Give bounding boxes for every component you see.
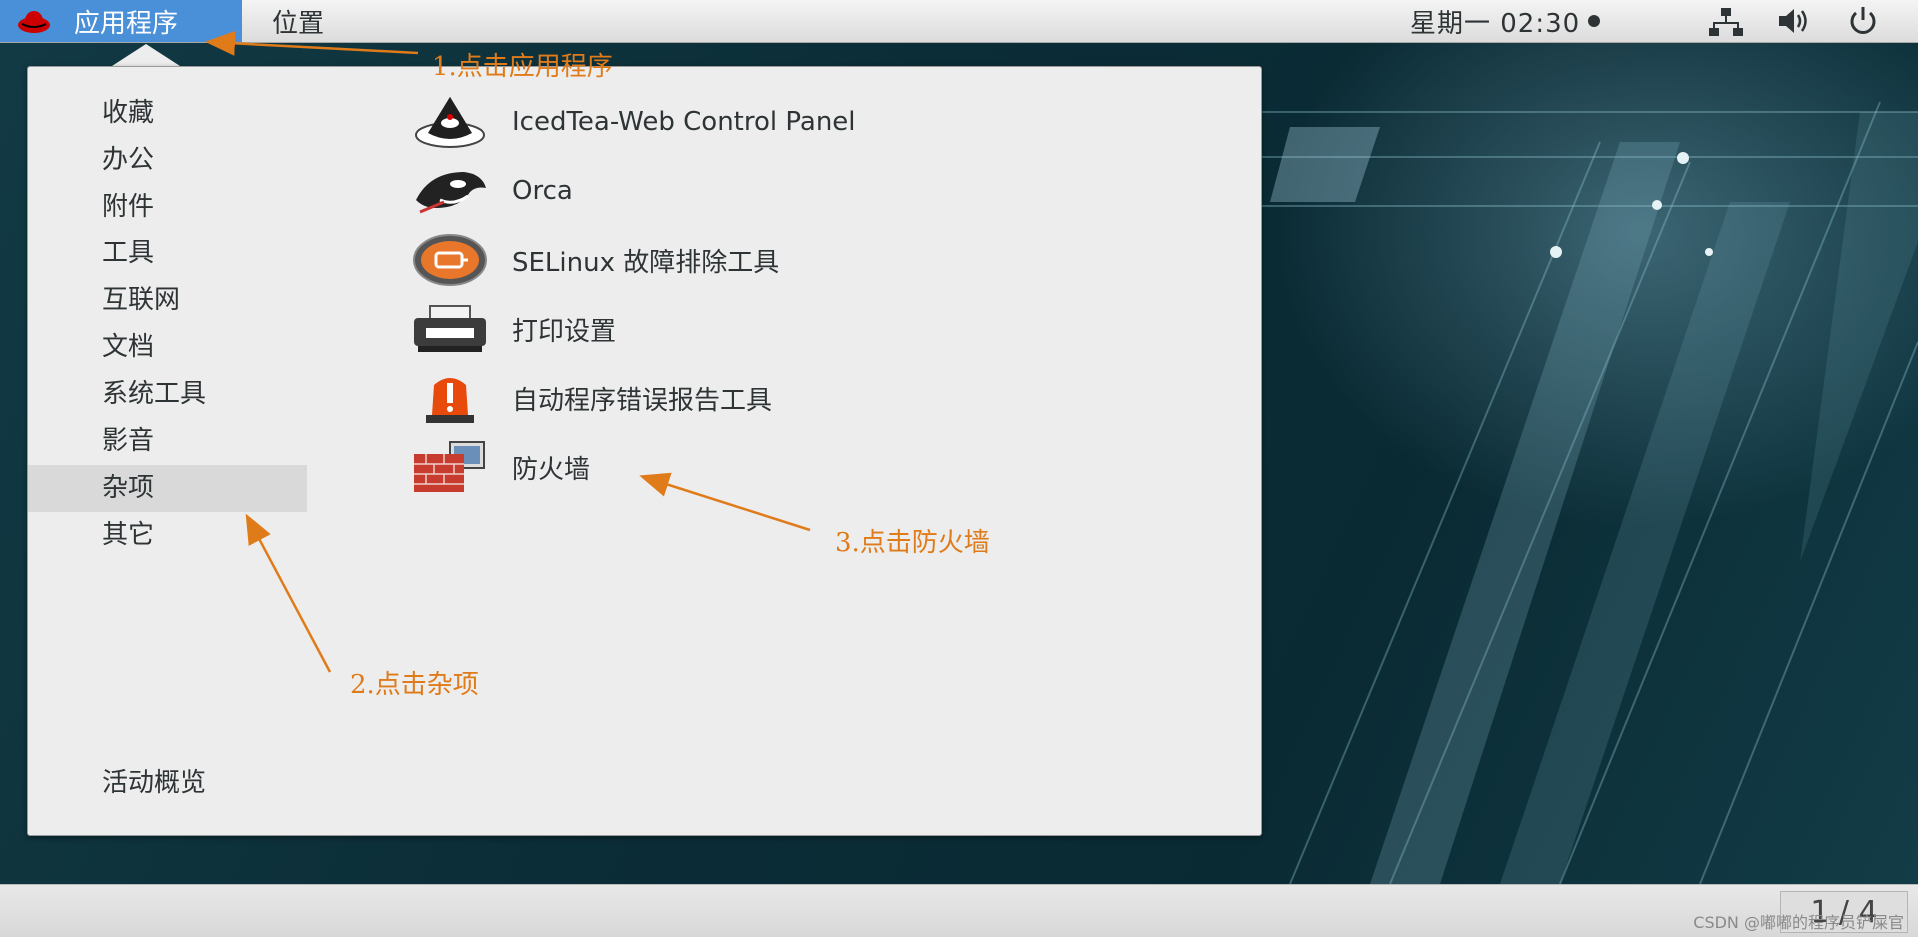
applications-menu-label: 应用程序	[74, 8, 179, 39]
category-internet[interactable]: 互联网	[28, 277, 307, 324]
app-label: IcedTea-Web Control Panel	[512, 107, 856, 137]
orca-icon	[416, 172, 486, 214]
app-orca[interactable]: Orca	[410, 160, 1110, 222]
network-icon[interactable]	[1708, 5, 1744, 37]
activities-overview-button[interactable]: 活动概览	[102, 762, 206, 799]
category-utilities[interactable]: 工具	[28, 230, 307, 277]
app-abrt-bug-reporter[interactable]: 自动程序错误报告工具	[410, 367, 1110, 429]
alarm-icon	[426, 378, 474, 423]
redhat-logo-icon	[18, 11, 50, 33]
app-label: 防火墙	[512, 454, 591, 485]
places-menu-label: 位置	[272, 8, 325, 39]
volume-icon[interactable]	[1776, 5, 1812, 37]
category-system-tools[interactable]: 系统工具	[28, 371, 307, 418]
annotation-step1: 1.点击应用程序	[432, 52, 613, 82]
power-icon[interactable]	[1845, 5, 1881, 37]
watermark-text: CSDN @嘟嘟的程序员铲屎官	[1693, 913, 1904, 932]
firewall-icon	[414, 441, 485, 492]
app-firewall[interactable]: 防火墙	[410, 436, 1110, 498]
app-label: Orca	[512, 176, 573, 206]
places-menu-button[interactable]: 位置	[242, 0, 324, 42]
menu-pointer	[112, 44, 180, 66]
category-accessories[interactable]: 附件	[28, 184, 307, 231]
top-panel: 应用程序 位置 星期一 02:30	[0, 0, 1918, 43]
clock-label: 星期一 02:30	[1410, 8, 1581, 39]
app-icedtea-web-control-panel[interactable]: IcedTea-Web Control Panel	[410, 91, 1110, 153]
applications-menu-popup: 收藏 办公 附件 工具 互联网 文档 系统工具 影音 杂项 其它 IcedTea…	[27, 66, 1262, 836]
printer-icon	[414, 305, 486, 352]
category-favorites[interactable]: 收藏	[28, 90, 307, 137]
annotation-step3: 3.点击防火墙	[835, 528, 990, 558]
app-print-settings[interactable]: 打印设置	[410, 298, 1110, 360]
bottom-panel: 1 / 4 CSDN @嘟嘟的程序员铲屎官	[0, 884, 1918, 937]
clock-button[interactable]: 星期一 02:30	[1410, 0, 1601, 42]
app-selinux-troubleshooter[interactable]: SELinux 故障排除工具	[410, 229, 1110, 291]
java-icon	[415, 97, 485, 148]
app-label: SELinux 故障排除工具	[512, 247, 780, 278]
applications-menu-button[interactable]: 应用程序	[0, 0, 242, 42]
category-office[interactable]: 办公	[28, 137, 307, 184]
app-label: 打印设置	[512, 316, 617, 347]
category-documentation[interactable]: 文档	[28, 324, 307, 371]
app-label: 自动程序错误报告工具	[512, 385, 773, 416]
category-sound-video[interactable]: 影音	[28, 418, 307, 465]
annotation-step2: 2.点击杂项	[350, 670, 479, 700]
selinux-icon	[413, 234, 487, 286]
category-other[interactable]: 其它	[28, 512, 307, 559]
category-sundry[interactable]: 杂项	[28, 465, 307, 512]
notification-dot-icon	[1588, 15, 1601, 27]
